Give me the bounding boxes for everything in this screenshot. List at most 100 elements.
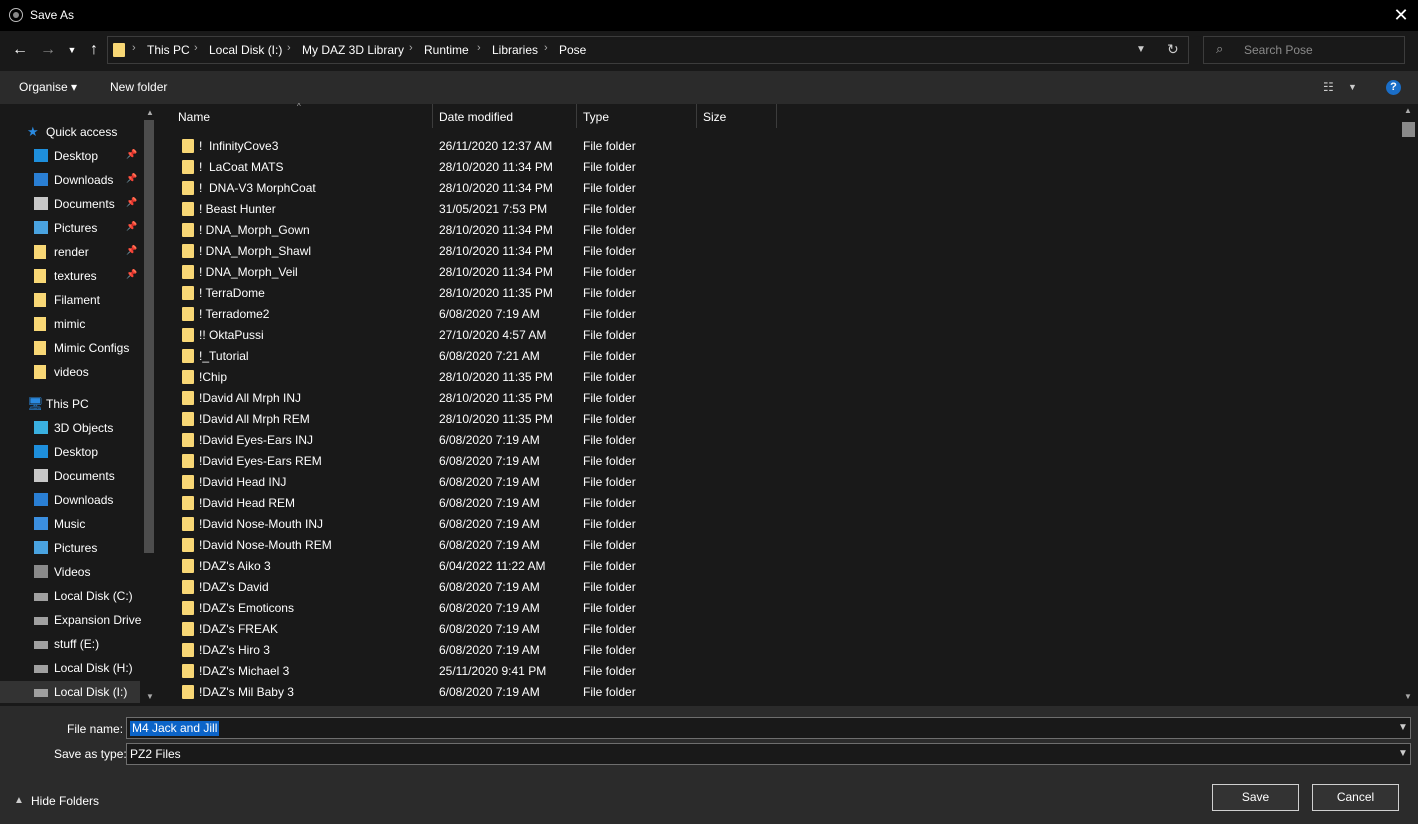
pin-icon[interactable]: 📌 <box>126 149 137 160</box>
nav-item-downloads[interactable]: Downloads <box>0 489 140 511</box>
forward-arrow-icon[interactable]: → <box>38 40 58 60</box>
save-as-type-dropdown-icon[interactable]: ▼ <box>1398 748 1408 759</box>
file-row[interactable]: !_Tutorial 6/08/2020 7:21 AM File folder <box>170 345 1400 366</box>
file-row[interactable]: !David Nose-Mouth INJ 6/08/2020 7:19 AM Fi… <box>170 513 1400 534</box>
nav-item-downloads[interactable]: Downloads 📌 <box>0 169 140 191</box>
nav-header-this-pc[interactable]: 🖥 This PC <box>0 393 140 415</box>
file-name-dropdown-icon[interactable]: ▼ <box>1398 722 1408 733</box>
nav-item-videos[interactable]: Videos <box>0 561 140 583</box>
breadcrumb-runtime[interactable]: Runtime <box>424 43 469 57</box>
breadcrumb-this-pc[interactable]: This PC <box>147 43 190 57</box>
column-divider[interactable] <box>776 104 777 128</box>
column-divider[interactable] <box>576 104 577 128</box>
nav-item-desktop[interactable]: Desktop 📌 <box>0 145 140 167</box>
nav-item-label: Desktop <box>54 445 99 459</box>
column-divider[interactable] <box>432 104 433 128</box>
file-row[interactable]: !DAZ's Emoticons 6/08/2020 7:19 AM File fo… <box>170 597 1400 618</box>
nav-item-videos[interactable]: videos <box>0 361 140 383</box>
breadcrumb-daz-library[interactable]: My DAZ 3D Library <box>302 43 404 57</box>
file-row[interactable]: !DAZ's Hiro 3 6/08/2020 7:19 AM File folde… <box>170 639 1400 660</box>
file-row[interactable]: !David All Mrph INJ 28/10/2020 11:35 PM Fi… <box>170 387 1400 408</box>
pin-icon[interactable]: 📌 <box>126 173 137 184</box>
file-row[interactable]: ! Beast Hunter 31/05/2021 7:53 PM File fol… <box>170 198 1400 219</box>
pin-icon[interactable]: 📌 <box>126 269 137 280</box>
navigation-scrollbar[interactable] <box>144 120 154 553</box>
organise-button[interactable]: Organise ▾ <box>19 80 77 94</box>
hide-folders-button[interactable]: Hide Folders <box>31 794 99 808</box>
column-header-size[interactable]: Size <box>703 110 726 124</box>
file-row[interactable]: !David Eyes-Ears INJ 6/08/2020 7:19 AM Fil… <box>170 429 1400 450</box>
new-folder-button[interactable]: New folder <box>110 80 167 94</box>
nav-item-textures[interactable]: textures 📌 <box>0 265 140 287</box>
file-row[interactable]: ! DNA_Morph_Shawl 28/10/2020 11:34 PM File… <box>170 240 1400 261</box>
nav-item-local-disk-i[interactable]: Local Disk (I:) <box>0 681 140 703</box>
address-history-chevron-icon[interactable]: ▼ <box>1136 44 1146 55</box>
nav-item-stuff-e[interactable]: stuff (E:) <box>0 633 140 655</box>
save-button[interactable]: Save <box>1212 784 1299 811</box>
breadcrumb-pose[interactable]: Pose <box>559 43 586 57</box>
nav-item-desktop[interactable]: Desktop <box>0 441 140 463</box>
file-name-field[interactable] <box>126 717 1411 739</box>
nav-header-quick-access[interactable]: ★ Quick access <box>0 121 140 143</box>
nav-item-local-disk-h[interactable]: Local Disk (H:) <box>0 657 140 679</box>
view-options-icon[interactable]: ☷ <box>1323 80 1334 94</box>
nav-item-pictures[interactable]: Pictures 📌 <box>0 217 140 239</box>
pin-icon[interactable]: 📌 <box>126 221 137 232</box>
file-row[interactable]: ! LaCoat MATS 28/10/2020 11:34 PM File fol… <box>170 156 1400 177</box>
save-as-type-select[interactable] <box>126 743 1411 765</box>
nav-item-3d-objects[interactable]: 3D Objects <box>0 417 140 439</box>
file-row[interactable]: !Chip 28/10/2020 11:35 PM File folder <box>170 366 1400 387</box>
column-divider[interactable] <box>696 104 697 128</box>
file-row[interactable]: !David Eyes-Ears REM 6/08/2020 7:19 AM Fil… <box>170 450 1400 471</box>
file-row[interactable]: ! DNA_Morph_Gown 28/10/2020 11:34 PM File … <box>170 219 1400 240</box>
pin-icon[interactable]: 📌 <box>126 245 137 256</box>
file-row[interactable]: !DAZ's Mil Baby 3 6/08/2020 7:19 AM File f… <box>170 681 1400 702</box>
recent-locations-chevron-icon[interactable]: ▼ <box>64 40 80 60</box>
breadcrumb-local-disk[interactable]: Local Disk (I:) <box>209 43 282 57</box>
file-row[interactable]: ! Terradome2 6/08/2020 7:19 AM File folder <box>170 303 1400 324</box>
nav-item-local-disk-c[interactable]: Local Disk (C:) <box>0 585 140 607</box>
nav-item-pictures[interactable]: Pictures <box>0 537 140 559</box>
cancel-button[interactable]: Cancel <box>1312 784 1399 811</box>
help-icon[interactable]: ? <box>1386 80 1401 95</box>
file-row[interactable]: ! InfinityCove3 26/11/2020 12:37 AM File f… <box>170 135 1400 156</box>
refresh-icon[interactable]: ↻ <box>1167 41 1179 58</box>
nav-item-music[interactable]: Music <box>0 513 140 535</box>
file-row[interactable]: !! OktaPussi 27/10/2020 4:57 AM File folde… <box>170 324 1400 345</box>
scroll-up-arrow-icon[interactable]: ▲ <box>1404 106 1412 115</box>
file-row[interactable]: !DAZ's Aiko 3 6/04/2022 11:22 AM File fold… <box>170 555 1400 576</box>
file-row[interactable]: !David Head REM 6/08/2020 7:19 AM File fol… <box>170 492 1400 513</box>
file-row[interactable]: ! DNA_Morph_Veil 28/10/2020 11:34 PM File … <box>170 261 1400 282</box>
file-row[interactable]: ! DNA-V3 MorphCoat 28/10/2020 11:34 PM Fil… <box>170 177 1400 198</box>
file-row[interactable]: ! TerraDome 28/10/2020 11:35 PM File folde… <box>170 282 1400 303</box>
back-arrow-icon[interactable]: ← <box>10 40 30 60</box>
pin-icon[interactable]: 📌 <box>126 197 137 208</box>
nav-item-mimic[interactable]: mimic <box>0 313 140 335</box>
file-list-scrollbar-thumb[interactable] <box>1402 122 1415 137</box>
file-row[interactable]: !DAZ's David 6/08/2020 7:19 AM File folder <box>170 576 1400 597</box>
nav-item-filament[interactable]: Filament <box>0 289 140 311</box>
scroll-up-arrow-icon[interactable]: ▲ <box>146 108 154 117</box>
folder-icon <box>182 202 194 216</box>
file-row[interactable]: !DAZ's Michael 3 25/11/2020 9:41 PM File f… <box>170 660 1400 681</box>
chevron-up-icon[interactable]: ▲ <box>14 795 24 806</box>
column-header-date[interactable]: Date modified <box>439 110 513 124</box>
file-name-value[interactable]: M4 Jack and Jill <box>130 721 220 736</box>
nav-item-render[interactable]: render 📌 <box>0 241 140 263</box>
breadcrumb-libraries[interactable]: Libraries <box>492 43 538 57</box>
column-header-type[interactable]: Type <box>583 110 609 124</box>
file-row[interactable]: !DAZ's FREAK 6/08/2020 7:19 AM File folder <box>170 618 1400 639</box>
file-row[interactable]: !David Nose-Mouth REM 6/08/2020 7:19 AM Fi… <box>170 534 1400 555</box>
column-header-name[interactable]: Name <box>178 110 210 124</box>
file-row[interactable]: !David Head INJ 6/08/2020 7:19 AM File fol… <box>170 471 1400 492</box>
close-icon[interactable]: ✕ <box>1390 4 1412 26</box>
nav-item-documents[interactable]: Documents <box>0 465 140 487</box>
nav-item-expansion-drive[interactable]: Expansion Drive <box>0 609 141 631</box>
view-options-chevron-icon[interactable]: ▼ <box>1348 82 1357 92</box>
nav-item-documents[interactable]: Documents 📌 <box>0 193 140 215</box>
up-arrow-icon[interactable]: ↑ <box>84 40 104 60</box>
file-row[interactable]: !David All Mrph REM 28/10/2020 11:35 PM Fi… <box>170 408 1400 429</box>
scroll-down-arrow-icon[interactable]: ▼ <box>1404 692 1412 701</box>
nav-item-mimic-configs[interactable]: Mimic Configs <box>0 337 140 359</box>
scroll-down-arrow-icon[interactable]: ▼ <box>146 692 154 701</box>
